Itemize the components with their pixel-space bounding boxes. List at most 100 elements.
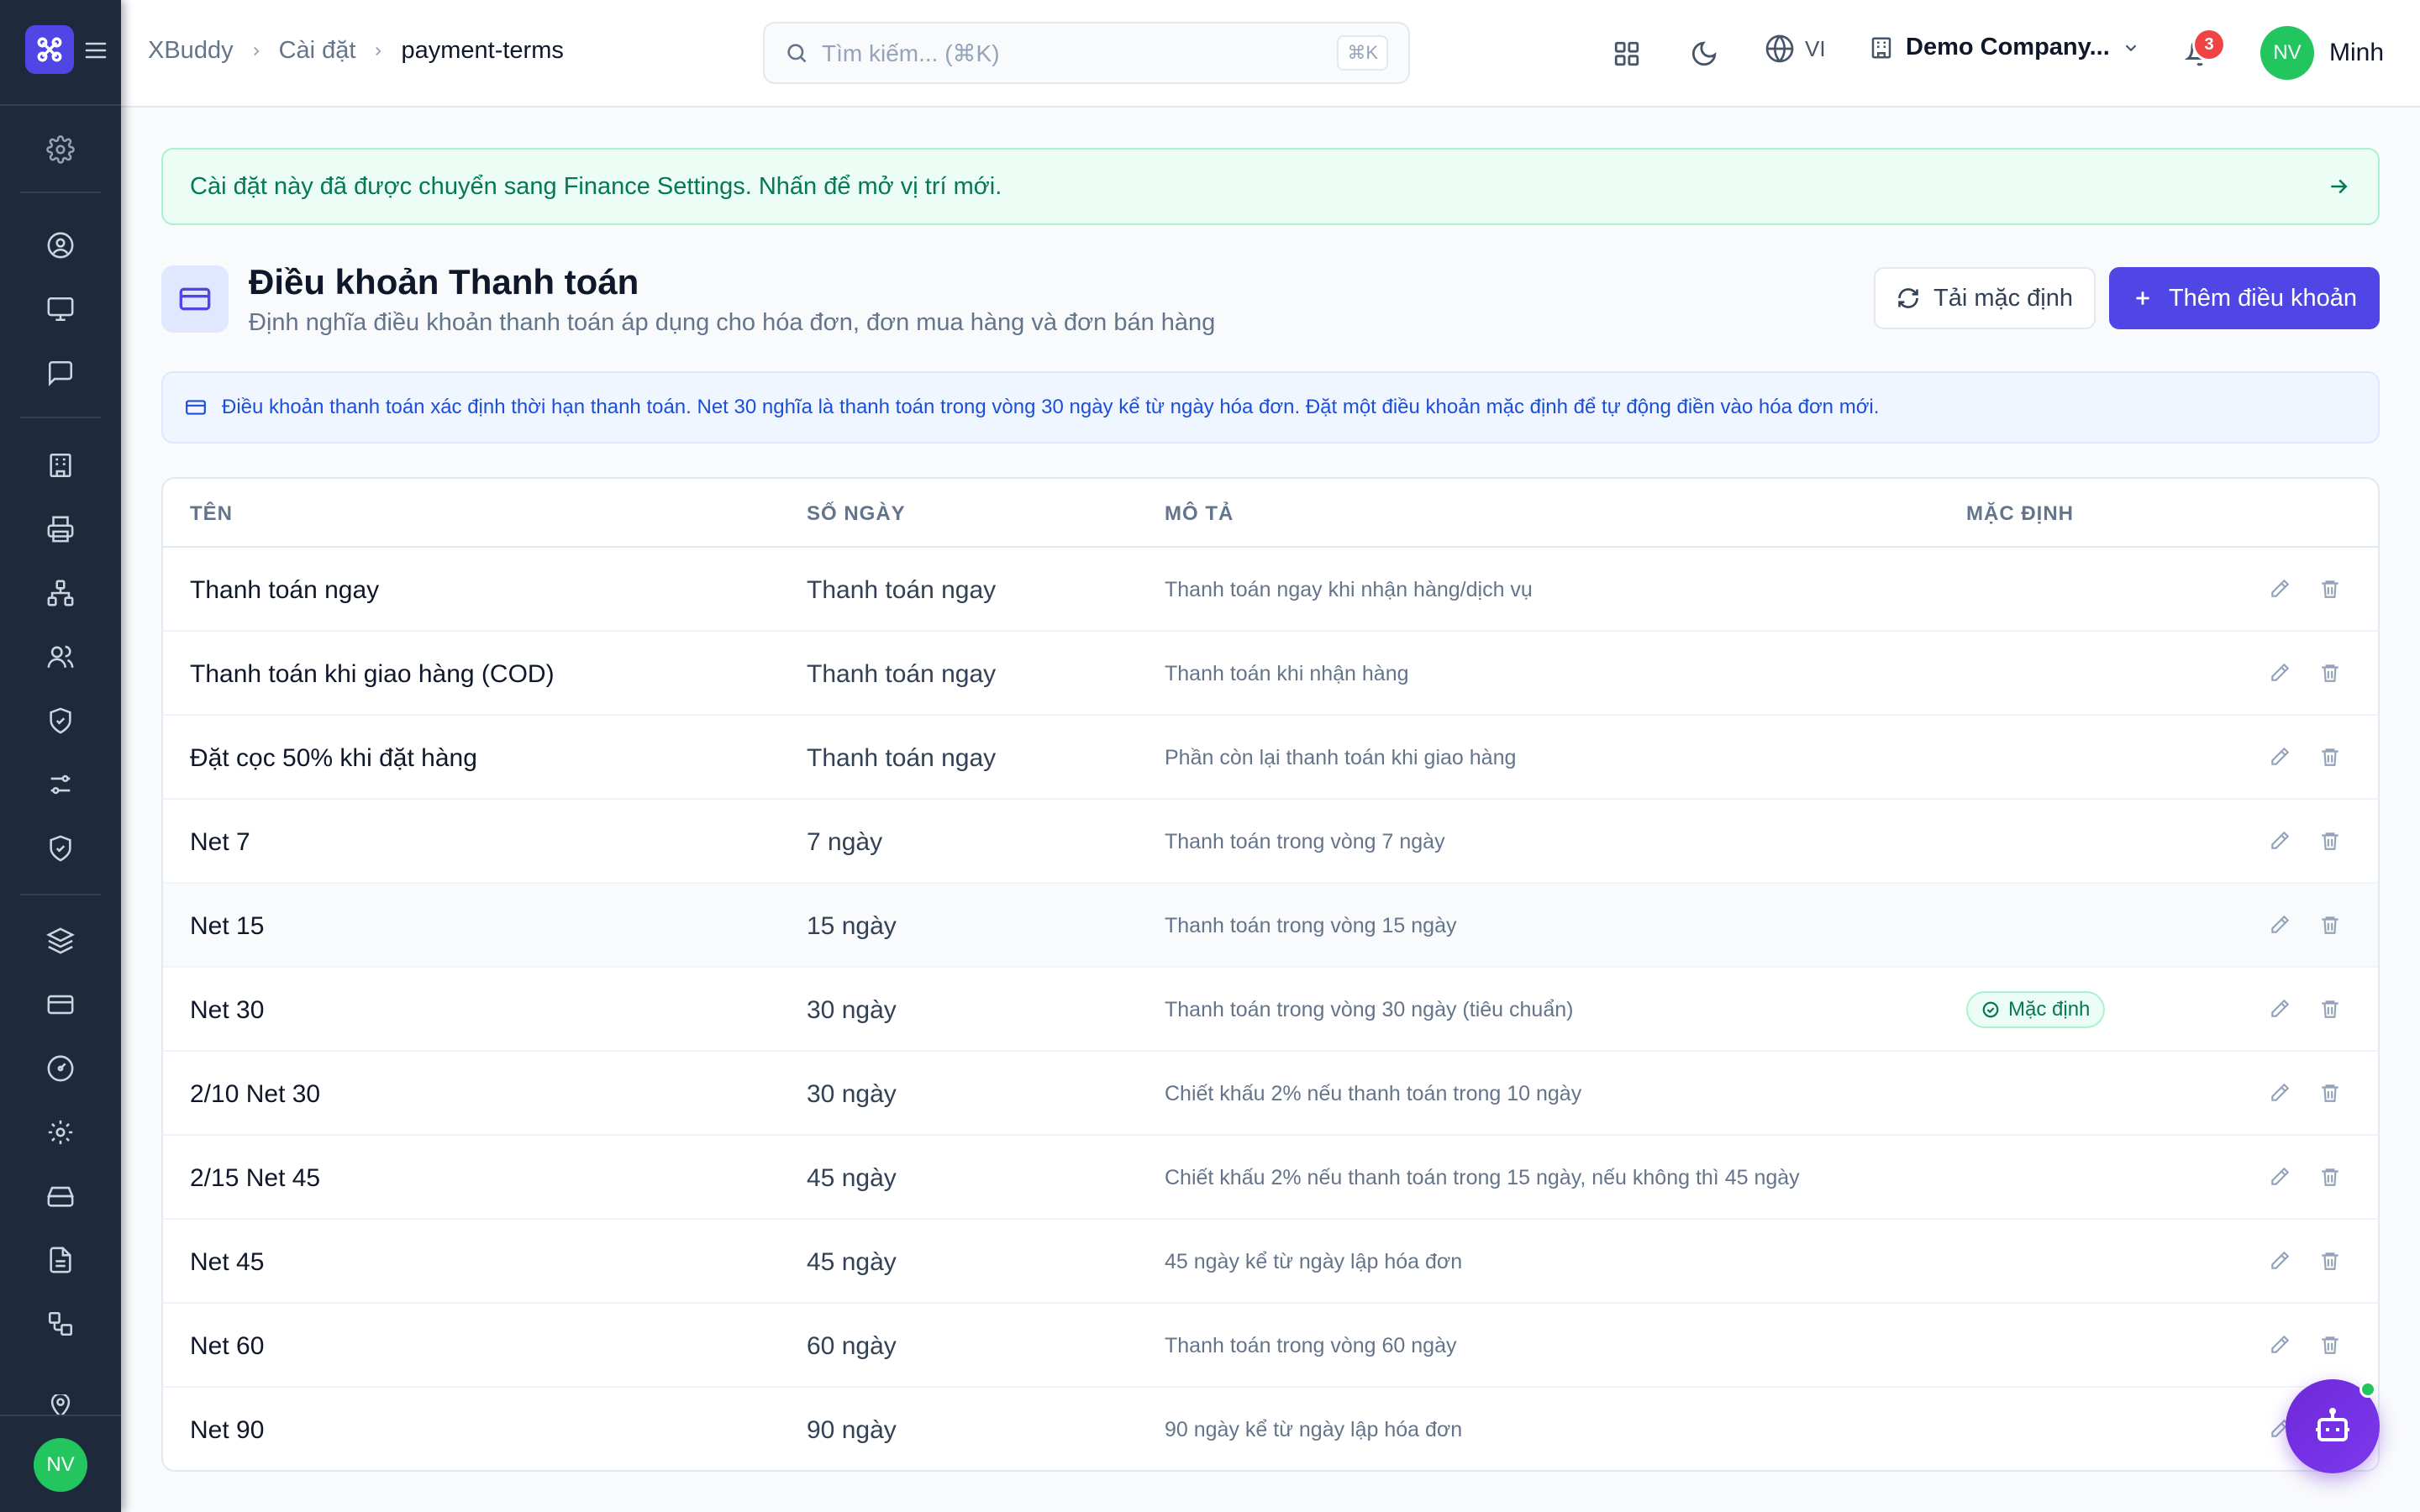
page-subtitle: Định nghĩa điều khoản thanh toán áp dụng… [249, 309, 1216, 336]
trash-icon[interactable] [2319, 578, 2341, 600]
apps-grid-button[interactable] [1610, 37, 1644, 71]
trash-icon[interactable] [2319, 914, 2341, 936]
edit-icon[interactable] [2269, 830, 2291, 852]
edit-icon[interactable] [2269, 662, 2291, 684]
company-selector[interactable]: Demo Company... [1869, 34, 2140, 61]
search-input[interactable]: Tìm kiếm... (⌘K) ⌘K [763, 22, 1410, 84]
gear-icon [48, 1120, 73, 1145]
table-row[interactable]: Net 60 60 ngày Thanh toán trong vòng 60 ng… [163, 1304, 2378, 1388]
table-row[interactable]: Thanh toán khi giao hàng (COD) Thanh toán… [163, 632, 2378, 716]
sidebar-item-settings[interactable] [42, 131, 79, 168]
theme-toggle-button[interactable] [1687, 37, 1721, 71]
table-row[interactable]: Net 7 7 ngày Thanh toán trong vòng 7 ngày [163, 800, 2378, 884]
column-header-name[interactable]: TÊN [190, 502, 233, 526]
user-name[interactable]: Minh [2329, 39, 2384, 67]
sidebar-item-security[interactable] [42, 702, 79, 739]
language-switcher[interactable]: VI [1765, 34, 1826, 64]
breadcrumb-home[interactable]: XBuddy [148, 37, 234, 65]
notice-text: Cài đặt này đã được chuyển sang Finance … [190, 172, 1002, 200]
app-logo-icon[interactable] [25, 25, 74, 74]
user-circle-icon [47, 232, 74, 259]
sidebar-item-permissions[interactable] [42, 830, 79, 867]
term-description: 45 ngày kể từ ngày lập hóa đơn [1165, 1250, 1463, 1273]
trash-icon[interactable] [2319, 1082, 2341, 1104]
user-avatar[interactable]: NV [2260, 26, 2314, 80]
edit-icon[interactable] [2269, 998, 2291, 1020]
company-name: Demo Company... [1906, 34, 2110, 60]
trash-icon[interactable] [2319, 998, 2341, 1020]
payment-terms-table: TÊN SỐ NGÀY MÔ TẢ MẶC ĐỊNH Thanh toán ng… [161, 477, 2380, 1472]
sidebar-item-preferences[interactable] [42, 766, 79, 803]
term-description: Thanh toán khi nhận hàng [1165, 662, 1409, 685]
moved-settings-notice[interactable]: Cài đặt này đã được chuyển sang Finance … [161, 148, 2380, 225]
sidebar-item-users[interactable] [42, 638, 79, 675]
credit-card-icon [161, 265, 229, 333]
term-name: Thanh toán khi giao hàng (COD) [190, 660, 555, 688]
plus-icon [2136, 291, 2149, 305]
table-row[interactable]: Net 15 15 ngày Thanh toán trong vòng 15 ng… [163, 884, 2378, 968]
term-name: Net 30 [190, 996, 265, 1024]
file-text-icon [50, 1247, 71, 1273]
edit-icon[interactable] [2269, 914, 2291, 936]
sidebar-item-performance[interactable] [42, 1050, 79, 1087]
shield-check-icon [50, 707, 71, 734]
table-row[interactable]: Đặt cọc 50% khi đặt hàng Thanh toán ngay P… [163, 716, 2378, 800]
refresh-icon [1898, 288, 1918, 308]
trash-icon[interactable] [2319, 1250, 2341, 1272]
sidebar-item-location[interactable] [42, 1394, 79, 1415]
sidebar-item-messages[interactable] [42, 354, 79, 391]
edit-icon[interactable] [2269, 1250, 2291, 1272]
sidebar-item-company[interactable] [42, 447, 79, 484]
sidebar-item-storage[interactable] [42, 1178, 79, 1215]
sidebar-item-documents[interactable] [42, 1242, 79, 1278]
trash-icon[interactable] [2319, 1334, 2341, 1356]
chevron-down-icon [2125, 44, 2137, 51]
term-name: Đặt cọc 50% khi đặt hàng [190, 744, 477, 772]
sidebar-item-modules[interactable] [42, 922, 79, 959]
table-row[interactable]: Thanh toán ngay Thanh toán ngay Thanh toán… [163, 548, 2378, 632]
sidebar-item-workflow[interactable] [42, 1305, 79, 1342]
table-row[interactable]: Net 30 30 ngày Thanh toán trong vòng 30 ng… [163, 968, 2378, 1052]
table-row[interactable]: Net 45 45 ngày 45 ngày kể từ ngày lập hóa … [163, 1220, 2378, 1304]
column-header-default[interactable]: MẶC ĐỊNH [1966, 502, 2074, 526]
grid-icon [1614, 41, 1639, 66]
building-icon [50, 453, 71, 478]
term-days: 15 ngày [807, 912, 897, 940]
term-name: 2/10 Net 30 [190, 1080, 321, 1108]
edit-icon[interactable] [2269, 1082, 2291, 1104]
trash-icon[interactable] [2319, 746, 2341, 768]
edit-icon[interactable] [2269, 1334, 2291, 1356]
sidebar-avatar[interactable]: NV [34, 1438, 87, 1492]
trash-icon[interactable] [2319, 662, 2341, 684]
hamburger-icon[interactable] [84, 40, 108, 60]
term-days: 90 ngày [807, 1416, 897, 1444]
edit-icon[interactable] [2269, 1166, 2291, 1188]
term-days: Thanh toán ngay [807, 660, 997, 688]
term-description: Thanh toán trong vòng 15 ngày [1165, 914, 1457, 937]
arrow-right-icon [2326, 174, 2351, 199]
sidebar-item-profile[interactable] [42, 227, 79, 264]
trash-icon[interactable] [2319, 1166, 2341, 1188]
term-description: Chiết khấu 2% nếu thanh toán trong 15 ng… [1165, 1166, 1800, 1189]
table-row[interactable]: 2/15 Net 45 45 ngày Chiết khấu 2% nếu than… [163, 1136, 2378, 1220]
table-row[interactable]: Net 90 90 ngày 90 ngày kể từ ngày lập hóa … [163, 1388, 2378, 1470]
sidebar-item-display[interactable] [42, 291, 79, 328]
trash-icon[interactable] [2319, 830, 2341, 852]
sidebar-item-org-structure[interactable] [42, 575, 79, 612]
sidebar-item-general-settings[interactable] [42, 1114, 79, 1151]
load-defaults-button[interactable]: Tải mặc định [1874, 267, 2096, 329]
table-row[interactable]: 2/10 Net 30 30 ngày Chiết khấu 2% nếu than… [163, 1052, 2378, 1136]
info-callout: Điều khoản thanh toán xác định thời hạn … [161, 371, 2380, 444]
sidebar: NV [0, 0, 121, 1512]
column-header-days[interactable]: SỐ NGÀY [807, 502, 906, 526]
sidebar-divider [20, 192, 101, 193]
edit-icon[interactable] [2269, 578, 2291, 600]
sidebar-item-payments[interactable] [42, 986, 79, 1023]
add-term-button[interactable]: Thêm điều khoản [2109, 267, 2380, 329]
edit-icon[interactable] [2269, 746, 2291, 768]
term-description: Chiết khấu 2% nếu thanh toán trong 10 ng… [1165, 1082, 1582, 1105]
breadcrumb-settings[interactable]: Cài đặt [279, 37, 356, 65]
term-days: Thanh toán ngay [807, 576, 997, 604]
column-header-description[interactable]: MÔ TẢ [1165, 502, 1234, 526]
sidebar-item-printing[interactable] [42, 511, 79, 548]
